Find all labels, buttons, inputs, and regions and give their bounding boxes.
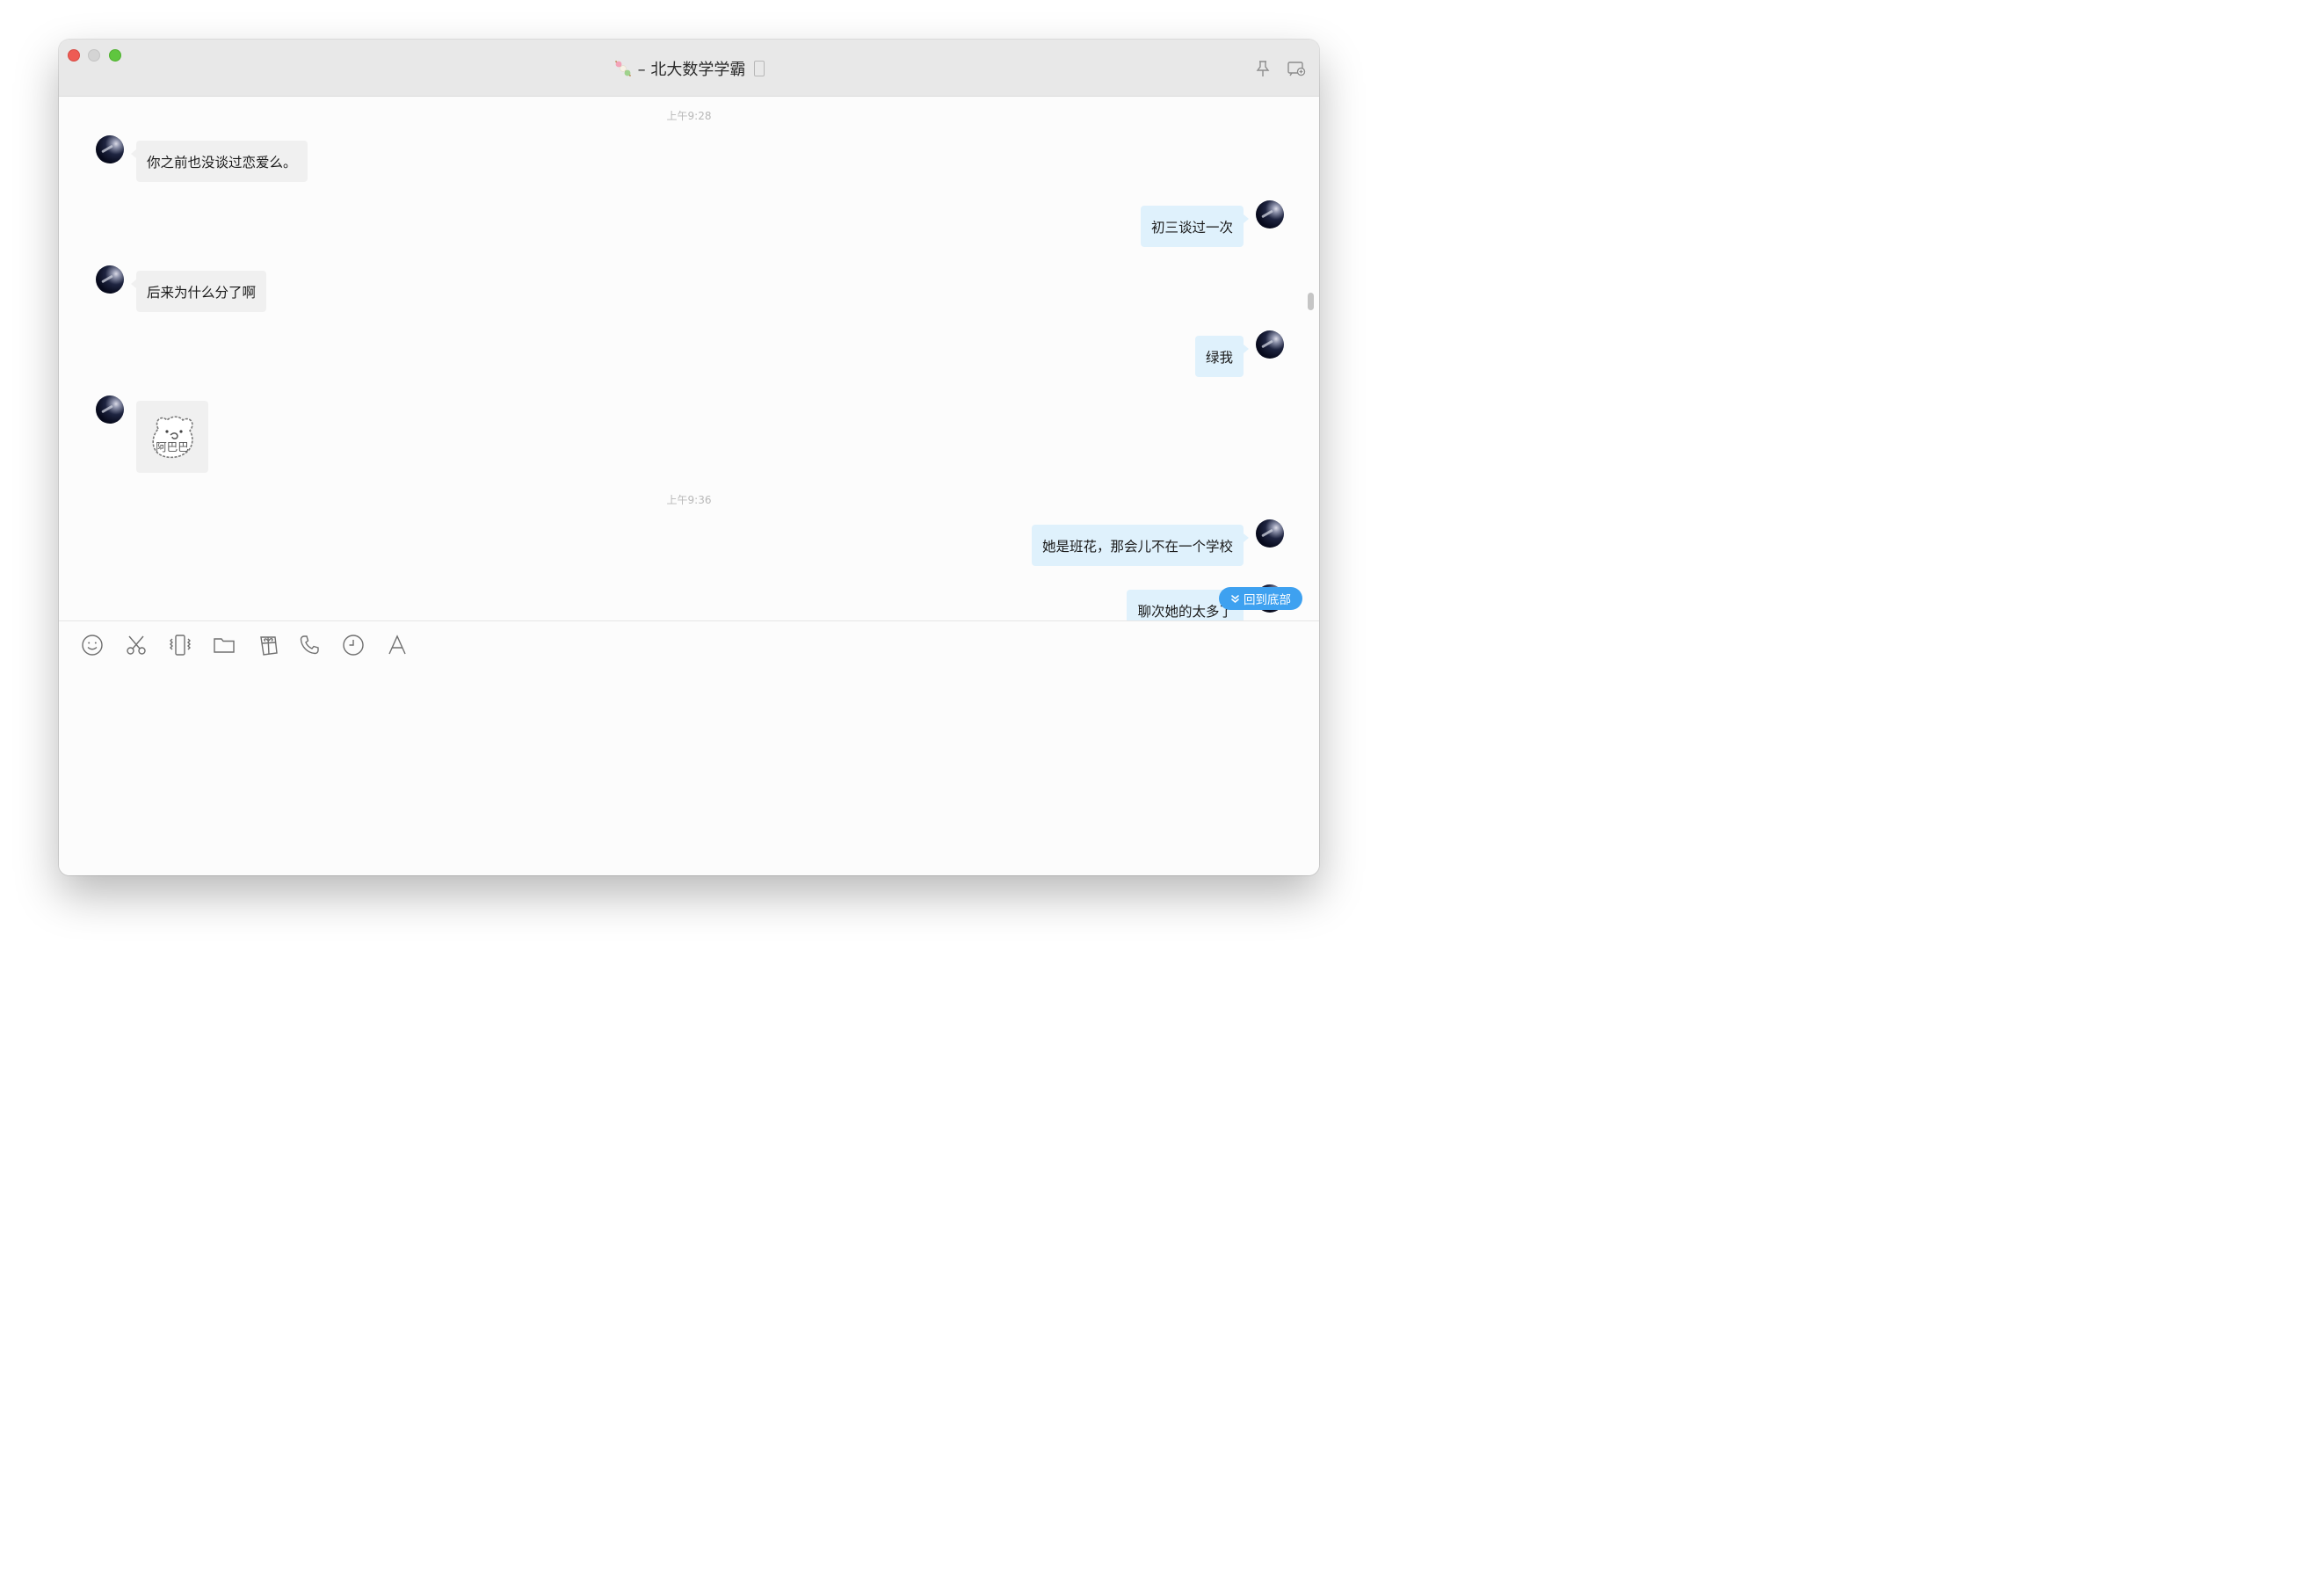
composer	[59, 620, 1319, 875]
font-icon	[388, 635, 406, 655]
incoming-message[interactable]: 你之前也没谈过恋爱么。	[131, 141, 308, 182]
my-avatar[interactable]	[1256, 330, 1284, 359]
timestamp: 上午9:28	[666, 110, 712, 122]
shake-button[interactable]	[169, 634, 192, 657]
phone-call-icon	[300, 635, 319, 655]
titlebar: – 北大数学学霸	[59, 40, 1319, 97]
sticker-text: 阿巴巴	[156, 440, 189, 453]
timestamp: 上午9:36	[666, 494, 712, 506]
contact-avatar[interactable]	[96, 135, 124, 163]
emoji-icon	[82, 635, 103, 656]
screenshot-button[interactable]	[125, 634, 148, 657]
chat-window: – 北大数学学霸 上午9:28 你之前也没谈过恋爱么。 初三谈过一次 后来为什么…	[59, 40, 1319, 875]
message-input[interactable]	[76, 671, 1302, 861]
pin-icon[interactable]	[1253, 59, 1273, 78]
phone-icon	[754, 61, 765, 76]
scissors-icon	[127, 635, 146, 655]
contact-avatar[interactable]	[96, 265, 124, 294]
voice-call-button[interactable]	[298, 634, 321, 657]
vibrate-icon	[170, 635, 191, 656]
font-button[interactable]	[386, 634, 409, 657]
gift-icon	[260, 636, 278, 656]
incoming-message[interactable]: 后来为什么分了啊	[130, 271, 267, 312]
outgoing-message[interactable]: 绿我	[1194, 336, 1250, 377]
back-to-bottom-button[interactable]: 回到底部	[1219, 587, 1302, 610]
window-title-group: – 北大数学学霸	[59, 57, 1319, 80]
bear-sticker: 阿巴巴	[152, 416, 193, 459]
gift-button[interactable]	[257, 634, 279, 657]
outgoing-message[interactable]: 初三谈过一次	[1140, 206, 1250, 247]
send-file-button[interactable]	[213, 634, 236, 657]
clock-icon	[343, 635, 364, 656]
outgoing-message[interactable]: 她是班花，那会儿不在一个学校	[1031, 525, 1250, 566]
message-list[interactable]: 上午9:28 你之前也没谈过恋爱么。 初三谈过一次 后来为什么分了啊 绿我 阿巴…	[59, 98, 1319, 620]
double-chevron-down-icon	[1231, 594, 1239, 603]
back-to-bottom-label: 回到底部	[1244, 593, 1291, 607]
window-title: – 北大数学学霸	[637, 61, 746, 79]
history-button[interactable]	[342, 634, 365, 657]
emoji-button[interactable]	[81, 634, 104, 657]
folder-icon	[214, 638, 235, 653]
scrollbar-thumb[interactable]	[1308, 293, 1314, 310]
contact-avatar[interactable]	[96, 395, 124, 424]
add-window-icon[interactable]	[1287, 59, 1306, 78]
my-avatar[interactable]	[1256, 200, 1284, 229]
dango-skewer-icon	[614, 61, 631, 76]
my-avatar[interactable]	[1256, 519, 1284, 548]
sticker-message[interactable]: 阿巴巴	[136, 401, 208, 473]
